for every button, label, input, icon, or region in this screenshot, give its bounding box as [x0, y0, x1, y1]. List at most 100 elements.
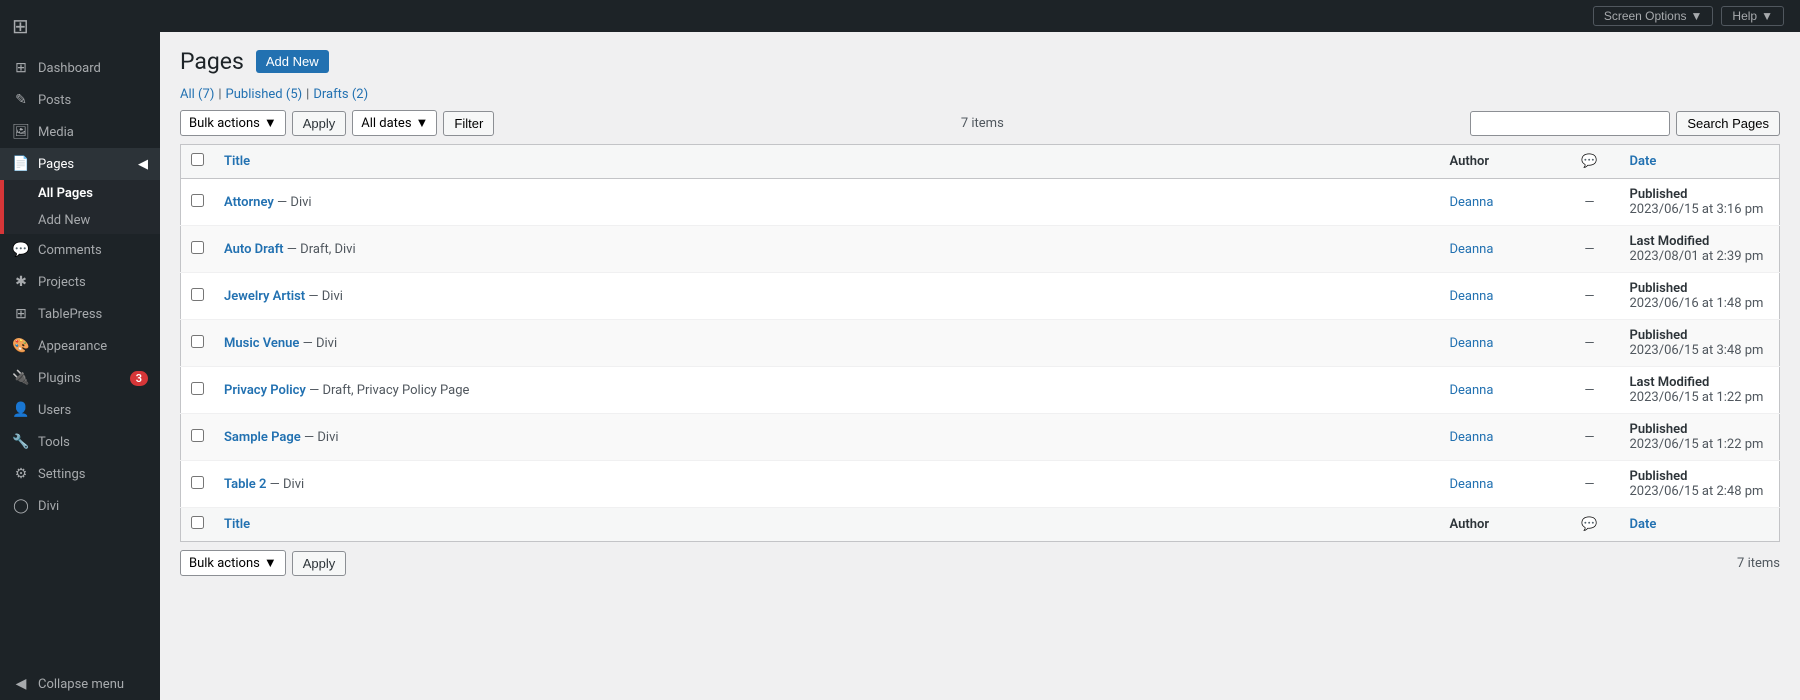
row-title-cell: Attorney — Divi: [214, 179, 1440, 226]
page-title-suffix: — Draft, Privacy Policy Page: [309, 383, 469, 398]
screen-options-button[interactable]: Screen Options ▼: [1593, 6, 1714, 26]
apply-button[interactable]: Apply: [292, 111, 347, 136]
table-row: Privacy Policy — Draft, Privacy Policy P…: [181, 367, 1780, 414]
comment-icon-header: 💬: [1581, 154, 1597, 169]
help-chevron-icon: ▼: [1761, 9, 1773, 23]
page-title-link[interactable]: Auto Draft: [224, 242, 284, 257]
filter-drafts-link[interactable]: Drafts (2): [313, 87, 368, 102]
plugins-badge: 3: [130, 371, 148, 386]
row-checkbox[interactable]: [191, 241, 204, 254]
date-value: 2023/06/16 at 1:48 pm: [1630, 296, 1764, 311]
sidebar-item-label: Tools: [38, 435, 70, 450]
plugins-icon: 🔌: [12, 370, 30, 386]
row-checkbox[interactable]: [191, 382, 204, 395]
row-date-cell: Published 2023/06/16 at 1:48 pm: [1620, 273, 1780, 320]
row-comment-cell: —: [1560, 179, 1620, 226]
sidebar-item-comments[interactable]: 💬 Comments: [0, 234, 160, 266]
apply-button-bottom[interactable]: Apply: [292, 551, 347, 576]
search-input[interactable]: [1470, 111, 1670, 136]
row-checkbox[interactable]: [191, 429, 204, 442]
filter-button[interactable]: Filter: [443, 111, 494, 136]
row-checkbox[interactable]: [191, 194, 204, 207]
page-title-suffix: — Divi: [308, 289, 343, 304]
page-title-link[interactable]: Sample Page: [224, 430, 301, 445]
sidebar-sub-item-all-pages[interactable]: All Pages: [4, 180, 160, 207]
date-value: 2023/06/15 at 1:22 pm: [1630, 390, 1764, 405]
date-status: Published: [1630, 469, 1688, 484]
table-body: Attorney — Divi Deanna — Published 2023/…: [181, 179, 1780, 508]
page-title-link[interactable]: Attorney: [224, 195, 274, 210]
author-link[interactable]: Deanna: [1450, 336, 1494, 351]
search-pages-button[interactable]: Search Pages: [1676, 111, 1780, 136]
sidebar-item-collapse[interactable]: ◀ Collapse menu: [0, 668, 160, 700]
table-footer-row: Title Author 💬 Date: [181, 508, 1780, 542]
select-all-footer-checkbox[interactable]: [191, 516, 204, 529]
help-button[interactable]: Help ▼: [1721, 6, 1784, 26]
appearance-icon: 🎨: [12, 338, 30, 354]
filter-all-link[interactable]: All (7): [180, 87, 214, 102]
author-link[interactable]: Deanna: [1450, 477, 1494, 492]
author-link[interactable]: Deanna: [1450, 289, 1494, 304]
sidebar-item-tablepress[interactable]: ⊞ TablePress: [0, 298, 160, 330]
bulk-actions-select-bottom[interactable]: Bulk actions ▼: [180, 550, 286, 576]
comment-dash: —: [1584, 242, 1594, 257]
author-link[interactable]: Deanna: [1450, 430, 1494, 445]
title-sort-link[interactable]: Title: [224, 154, 250, 169]
row-comment-cell: —: [1560, 320, 1620, 367]
sidebar-item-media[interactable]: 🖼 Media: [0, 116, 160, 148]
date-sort-link[interactable]: Date: [1630, 154, 1657, 169]
sidebar-item-pages[interactable]: 📄 Pages ◀: [0, 148, 160, 180]
row-checkbox[interactable]: [191, 335, 204, 348]
sidebar-item-posts[interactable]: ✎ Posts: [0, 84, 160, 116]
col-comment-footer: 💬: [1560, 508, 1620, 542]
row-checkbox[interactable]: [191, 476, 204, 489]
author-link[interactable]: Deanna: [1450, 195, 1494, 210]
sidebar-item-users[interactable]: 👤 Users: [0, 394, 160, 426]
pages-table: Title Author 💬 Date Attorney — Divi: [180, 144, 1780, 542]
sidebar-sub-item-add-new[interactable]: Add New: [4, 207, 160, 234]
table-row: Sample Page — Divi Deanna — Published 20…: [181, 414, 1780, 461]
row-comment-cell: —: [1560, 226, 1620, 273]
row-title-cell: Music Venue — Divi: [214, 320, 1440, 367]
page-title-link[interactable]: Privacy Policy: [224, 383, 306, 398]
sidebar-item-label: TablePress: [38, 307, 102, 322]
sidebar-item-divi[interactable]: ◯ Divi: [0, 490, 160, 522]
sidebar-item-projects[interactable]: ✱ Projects: [0, 266, 160, 298]
row-comment-cell: —: [1560, 414, 1620, 461]
page-title-link[interactable]: Jewelry Artist: [224, 289, 305, 304]
sidebar-item-appearance[interactable]: 🎨 Appearance: [0, 330, 160, 362]
date-filter-select[interactable]: All dates ▼: [352, 110, 437, 136]
comment-dash: —: [1584, 195, 1594, 210]
col-comment-header: 💬: [1560, 145, 1620, 179]
row-author-cell: Deanna: [1440, 273, 1560, 320]
help-label: Help: [1732, 9, 1757, 23]
author-link[interactable]: Deanna: [1450, 242, 1494, 257]
sidebar-item-settings[interactable]: ⚙ Settings: [0, 458, 160, 490]
bottom-toolbar: Bulk actions ▼ Apply 7 items: [180, 550, 1780, 576]
bulk-actions-select[interactable]: Bulk actions ▼: [180, 110, 286, 136]
date-status: Published: [1630, 422, 1688, 437]
sidebar-item-tools[interactable]: 🔧 Tools: [0, 426, 160, 458]
add-new-button[interactable]: Add New: [256, 50, 329, 73]
title-sort-footer-link[interactable]: Title: [224, 517, 250, 532]
author-link[interactable]: Deanna: [1450, 383, 1494, 398]
sidebar-item-label: Media: [38, 125, 74, 140]
row-checkbox-cell: [181, 179, 215, 226]
page-title-link[interactable]: Music Venue: [224, 336, 299, 351]
row-checkbox[interactable]: [191, 288, 204, 301]
date-status: Last Modified: [1630, 234, 1710, 249]
sidebar-item-plugins[interactable]: 🔌 Plugins 3: [0, 362, 160, 394]
col-checkbox-footer: [181, 508, 215, 542]
pages-submenu: All Pages Add New: [0, 180, 160, 234]
filter-separator-2: |: [306, 87, 309, 102]
filter-published-link[interactable]: Published (5): [226, 87, 303, 102]
date-sort-footer-link[interactable]: Date: [1630, 517, 1657, 532]
page-title-link[interactable]: Table 2: [224, 477, 266, 492]
row-checkbox-cell: [181, 273, 215, 320]
sidebar-item-dashboard[interactable]: ⊞ Dashboard: [0, 52, 160, 84]
page-title-suffix: — Draft, Divi: [287, 242, 356, 257]
comment-dash: —: [1584, 477, 1594, 492]
row-author-cell: Deanna: [1440, 367, 1560, 414]
select-all-checkbox[interactable]: [191, 153, 204, 166]
col-date-footer: Date: [1620, 508, 1780, 542]
